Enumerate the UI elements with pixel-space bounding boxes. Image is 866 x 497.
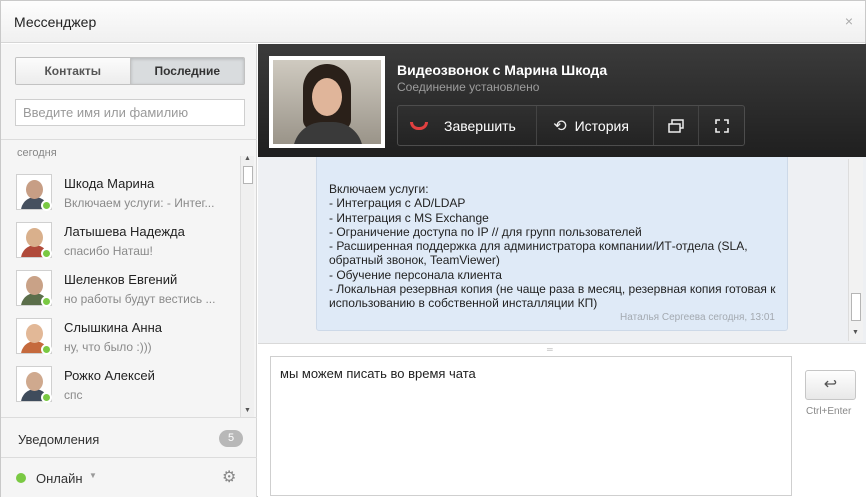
last-message-preview: ну, что было :))) — [64, 340, 152, 354]
message-text: Включаем услуги: - Интеграция с AD/LDAP … — [329, 182, 776, 311]
sidebar-tabs: Контакты Последние — [15, 57, 245, 85]
list-item[interactable]: Латышева Надежда спасибо Наташ! — [1, 222, 239, 270]
message-scrollbar[interactable]: ▼ — [848, 159, 863, 341]
scroll-up-icon[interactable]: ▲ — [244, 155, 251, 162]
online-status-dot — [41, 392, 52, 403]
window-title: Мессенджер — [14, 14, 97, 30]
call-status: Соединение установлено — [397, 80, 540, 94]
close-icon[interactable]: × — [845, 13, 853, 29]
scroll-down-icon[interactable]: ▼ — [244, 407, 251, 414]
notifications-count-badge: 5 — [219, 430, 243, 447]
contact-name: Латышева Надежда — [64, 224, 185, 239]
tab-recent[interactable]: Последние — [129, 58, 244, 84]
remote-video — [273, 60, 381, 144]
send-button[interactable]: ↩ — [805, 370, 856, 400]
video-call-panel: Видеозвонок с Марина Шкода Соединение ус… — [258, 44, 866, 157]
contact-name: Шкода Марина — [64, 176, 155, 191]
hang-up-icon — [410, 121, 428, 130]
online-status-dot — [41, 200, 52, 211]
last-message-preview: спасибо Наташ! — [64, 244, 153, 258]
contact-name: Слышкина Анна — [64, 320, 162, 335]
video-thumbnail — [269, 56, 385, 148]
scrollbar-thumb[interactable] — [243, 166, 253, 184]
fullscreen-button[interactable] — [698, 106, 744, 145]
group-label: сегодня — [17, 147, 57, 159]
notifications-label: Уведомления — [18, 432, 100, 447]
status-selector[interactable]: Онлайн — [36, 471, 83, 486]
contact-list-scrollbar[interactable]: ▲ ▼ — [240, 155, 254, 417]
conversation-panel: Включаем услуги: - Интеграция с AD/LDAP … — [258, 44, 866, 497]
composer-divider — [258, 343, 866, 344]
last-message-preview: Включаем услуги: - Интег... — [64, 196, 215, 210]
scroll-down-icon[interactable]: ▼ — [852, 329, 859, 336]
scrollbar-thumb[interactable] — [851, 293, 861, 321]
list-item[interactable]: Рожко Алексей спс — [1, 366, 239, 414]
end-call-label: Завершить — [444, 117, 516, 134]
contact-name: Шеленков Евгений — [64, 272, 178, 287]
pip-button[interactable] — [652, 106, 699, 145]
last-message-preview: но работы будут вестись ... — [64, 292, 216, 306]
status-row: Онлайн ▼ ⚙ — [1, 457, 257, 497]
end-call-button[interactable]: Завершить — [398, 106, 536, 145]
resize-grip-icon[interactable]: ═ — [547, 345, 553, 354]
call-title: Видеозвонок с Марина Шкода — [397, 62, 608, 78]
chevron-down-icon[interactable]: ▼ — [89, 471, 97, 480]
fullscreen-icon — [714, 118, 729, 133]
list-item[interactable]: Шкода Марина Включаем услуги: - Интег... — [1, 174, 239, 222]
send-shortcut-hint: Ctrl+Enter — [806, 406, 852, 417]
list-item[interactable]: Слышкина Анна ну, что было :))) — [1, 318, 239, 366]
messenger-window: Мессенджер × Контакты Последние сегодня … — [0, 0, 866, 497]
online-status-dot — [41, 296, 52, 307]
last-message-preview: спс — [64, 388, 83, 402]
contact-name: Рожко Алексей — [64, 368, 155, 383]
list-item[interactable]: Шеленков Евгений но работы будут вестись … — [1, 270, 239, 318]
windows-icon — [668, 118, 684, 133]
call-controls: Завершить ⟲ История — [397, 105, 745, 146]
online-status-dot — [41, 248, 52, 259]
message-input[interactable] — [270, 356, 792, 496]
history-icon: ⟲ — [553, 117, 567, 135]
message-history: Включаем услуги: - Интеграция с AD/LDAP … — [258, 44, 866, 343]
message-meta: Наталья Сергеева сегодня, 13:01 — [620, 312, 775, 323]
online-status-dot — [16, 473, 26, 483]
search-input[interactable] — [15, 99, 245, 126]
sidebar: Контакты Последние сегодня Шкода Марина В… — [1, 44, 257, 497]
notifications-row[interactable]: Уведомления 5 — [1, 417, 257, 457]
message-bubble: Включаем услуги: - Интеграция с AD/LDAP … — [316, 155, 788, 331]
history-label: История — [574, 117, 629, 134]
gear-icon[interactable]: ⚙ — [222, 467, 236, 487]
title-bar: Мессенджер × — [1, 1, 865, 43]
online-status-dot — [41, 344, 52, 355]
history-button[interactable]: ⟲ История — [536, 106, 652, 145]
tab-contacts[interactable]: Контакты — [16, 58, 130, 84]
contact-list: сегодня Шкода Марина Включаем услуги: - И… — [1, 139, 257, 417]
